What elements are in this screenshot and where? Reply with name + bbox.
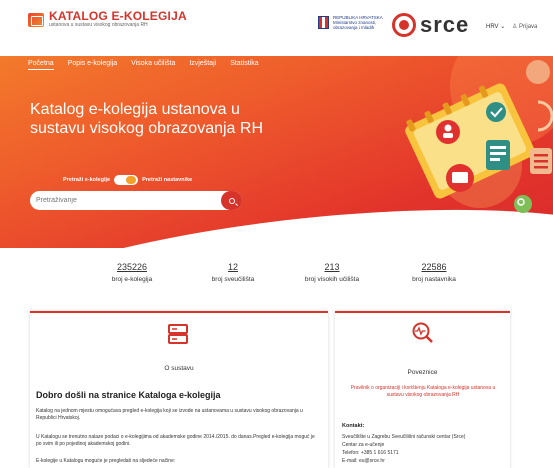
stat-universities-label: broj sveučilišta bbox=[211, 276, 255, 283]
contact-heading: Kontakt: bbox=[342, 423, 365, 429]
stat-institutions: 213 broj visokih učilišta bbox=[287, 262, 377, 283]
hero-title: Katalog e-kolegija ustanova u sustavu vi… bbox=[30, 101, 264, 137]
site-header: KATALOG E-KOLEGIJA ustanova u sustavu vi… bbox=[0, 0, 553, 56]
logo-subtitle: ustanova u sustavu visokog obrazovanja R… bbox=[49, 22, 148, 28]
contact-centre: Centar za e-učenje bbox=[342, 442, 385, 448]
server-icon bbox=[168, 324, 188, 344]
toggle-label-courses[interactable]: Pretraži e-kolegije bbox=[63, 177, 110, 183]
nav-item-izvjestaji[interactable]: Izvještaji bbox=[189, 60, 216, 70]
nav-item-visoka-ucilista[interactable]: Visoka učilišta bbox=[131, 60, 175, 70]
ministry-text: REPUBLIKA HRVATSKA Ministarstvo znanosti… bbox=[333, 15, 383, 30]
stat-courses: 235226 broj e-kolegija bbox=[92, 262, 172, 283]
stat-institutions-value[interactable]: 213 bbox=[287, 262, 377, 272]
about-paragraph-3: E-kolegije u Katalogu moguće je pregleda… bbox=[36, 458, 176, 464]
login-link[interactable]: ♙ Prijava bbox=[512, 23, 537, 30]
links-card-title: Poveznice bbox=[407, 369, 438, 376]
stat-teachers: 22586 broj nastavnika bbox=[394, 262, 474, 283]
stat-universities: 12 broj sveučilišta bbox=[193, 262, 273, 283]
stat-universities-value[interactable]: 12 bbox=[193, 262, 273, 272]
language-selector[interactable]: HRV ⌄ bbox=[486, 23, 505, 30]
hero-banner: Početna Popis e-kolegija Visoka učilišta… bbox=[0, 56, 553, 248]
nav-item-statistika[interactable]: Statistika bbox=[230, 60, 258, 70]
about-card-title: O sustavu bbox=[164, 365, 194, 372]
stat-teachers-value[interactable]: 22586 bbox=[394, 262, 474, 272]
toggle-label-teachers[interactable]: Pretraži nastavnike bbox=[142, 177, 192, 183]
about-paragraph-1: Katalog na jednom mjestu omogućava pregl… bbox=[36, 408, 303, 421]
logo-title: KATALOG E-KOLEGIJA bbox=[49, 9, 187, 23]
srce-wordmark: srce bbox=[420, 12, 470, 37]
contact-phone: Telefon: +385 1 616 5171 bbox=[342, 450, 399, 456]
rulebook-link[interactable]: Pravilnik o organizaciji i korištenju Ka… bbox=[343, 385, 503, 399]
nav-item-pocetna[interactable]: Početna bbox=[28, 60, 54, 70]
srce-heart-icon bbox=[392, 13, 416, 37]
links-card: Poveznice Pravilnik o organizaciji i kor… bbox=[335, 311, 510, 468]
catalog-logo-icon bbox=[28, 12, 44, 27]
nav-item-popis-e-kolegija[interactable]: Popis e-kolegija bbox=[68, 60, 117, 70]
about-paragraph-2: U Katalogu se trenutno nalaze podaci o e… bbox=[36, 434, 315, 447]
stat-teachers-label: broj nastavnika bbox=[412, 276, 456, 283]
stat-institutions-label: broj visokih učilišta bbox=[304, 276, 360, 283]
search-bar bbox=[30, 191, 242, 210]
search-mode-switch[interactable] bbox=[114, 175, 139, 185]
search-button[interactable] bbox=[221, 191, 242, 210]
search-icon bbox=[228, 197, 235, 204]
srce-logo[interactable]: srce bbox=[392, 12, 469, 38]
statistics-row: 235226 broj e-kolegija 12 broj sveučiliš… bbox=[0, 262, 553, 302]
hero-illustration bbox=[405, 56, 553, 213]
site-logo[interactable]: KATALOG E-KOLEGIJA ustanova u sustavu vi… bbox=[28, 10, 187, 29]
main-nav: Početna Popis e-kolegija Visoka učilišta… bbox=[28, 60, 259, 70]
search-input[interactable] bbox=[36, 194, 216, 207]
stat-courses-value[interactable]: 235226 bbox=[92, 262, 172, 272]
search-activity-icon bbox=[412, 322, 433, 343]
stat-courses-label: broj e-kolegija bbox=[111, 276, 153, 283]
contact-email[interactable]: E-mail: eu@srce.hr bbox=[342, 458, 502, 465]
croatia-crest-icon bbox=[318, 16, 329, 29]
about-card: O sustavu Dobro došli na stranice Katalo… bbox=[30, 311, 328, 468]
contact-organization: Sveučilište u Zagrebu Sveučilišni računs… bbox=[342, 434, 466, 440]
search-mode-toggle: Pretraži e-kolegije Pretraži nastavnike bbox=[63, 175, 192, 185]
welcome-heading: Dobro došli na stranice Kataloga e-koleg… bbox=[36, 390, 221, 400]
ministry-logo[interactable]: REPUBLIKA HRVATSKA Ministarstvo znanosti… bbox=[318, 15, 393, 30]
